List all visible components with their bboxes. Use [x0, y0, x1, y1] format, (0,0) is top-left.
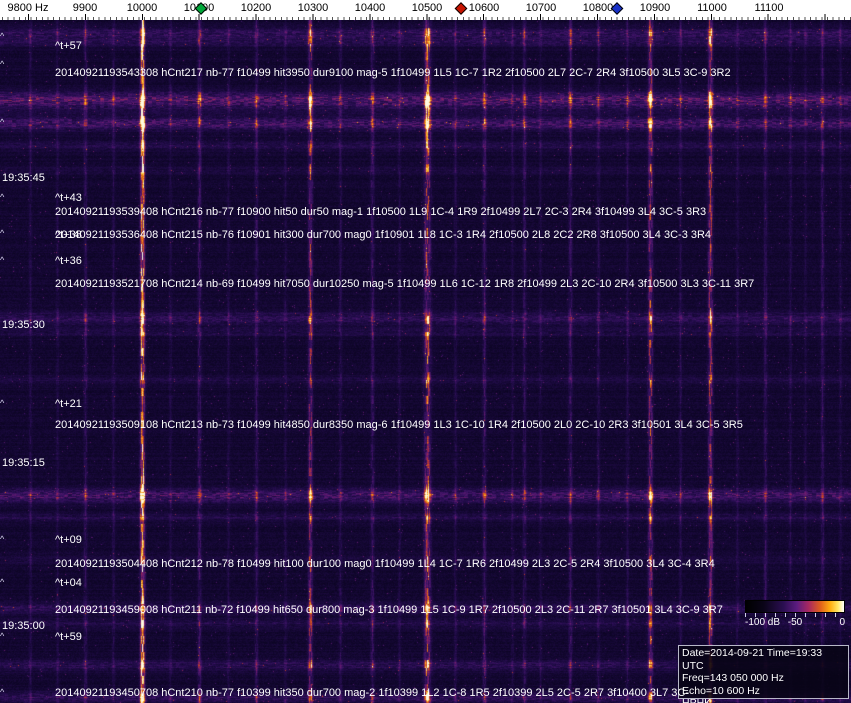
freq-label-10000: 10000: [126, 2, 158, 14]
colorbar: -100 dB -50 0: [745, 600, 846, 629]
info-station-id: HPHK: [682, 697, 712, 703]
colorbar-label-max: 0: [839, 617, 845, 628]
detection-time-tag: ^t+09: [55, 534, 82, 546]
freq-label-10300: 10300: [297, 2, 329, 14]
freq-label-10400: 10400: [354, 2, 386, 14]
freq-label-11000: 11000: [697, 2, 727, 14]
detection-record: 20140921193543308 hCnt217 nb-77 f10499 h…: [55, 67, 731, 79]
time-label: 19:35:15: [2, 457, 45, 469]
time-label: 19:35:45: [2, 172, 45, 184]
detection-time-tag: ^t+04: [55, 577, 82, 589]
annotation-overlay: -100 dB -50 0 Date=2014-09-21 Time=19:33…: [0, 0, 851, 703]
left-edge-tick: ^: [0, 398, 5, 408]
red-diamond-marker[interactable]: [454, 2, 468, 15]
freq-label-11100: 11100: [754, 2, 784, 14]
left-edge-tick: ^: [0, 192, 5, 202]
left-edge-tick: ^: [0, 31, 5, 41]
left-edge-tick: ^: [0, 228, 5, 238]
detection-record: 20140921193521708 hCnt214 nb-69 f10499 h…: [55, 278, 755, 290]
freq-label-10700: 10700: [525, 2, 557, 14]
status-info-box: Date=2014-09-21 Time=19:33 UTC Freq=143 …: [678, 645, 849, 703]
detection-record: 20140921193459008 hCnt211 nb-72 f10499 h…: [55, 604, 723, 616]
info-echo: Echo=10 600 Hz: [682, 684, 760, 697]
detection-record: 20140921193504408 hCnt212 nb-78 f10499 h…: [55, 558, 715, 570]
left-edge-tick: ^: [0, 117, 5, 127]
freq-label-10900: 10900: [639, 2, 671, 14]
detection-time-tag: ^t+38: [55, 229, 82, 241]
detection-record: 20140921193509108 hCnt213 nb-73 f10499 h…: [55, 419, 743, 431]
left-edge-tick: ^: [0, 534, 5, 544]
time-label: 19:35:30: [2, 319, 45, 331]
detection-time-tag: ^t+21: [55, 398, 82, 410]
colorbar-gradient: [745, 600, 845, 613]
info-date-time: Date=2014-09-21 Time=19:33 UTC: [682, 647, 823, 672]
freq-label-10800: 10800: [582, 2, 614, 14]
detection-time-tag: ^t+59: [55, 631, 82, 643]
detection-time-tag: ^t+57: [55, 40, 82, 52]
detection-time-tag: ^t+43: [55, 192, 82, 204]
left-edge-tick: ^: [0, 687, 5, 697]
colorbar-labels: -100 dB -50 0: [745, 617, 845, 629]
freq-label-10200: 10200: [240, 2, 272, 14]
freq-label-9900: 9900: [72, 2, 98, 14]
freq-label-9800Hz: 9800 Hz: [7, 2, 49, 14]
freq-label-10600: 10600: [468, 2, 500, 14]
left-edge-tick: ^: [0, 577, 5, 587]
frequency-ruler: 9800 Hz990010000101001020010300104001050…: [0, 0, 851, 20]
left-edge-tick: ^: [0, 59, 5, 69]
colorbar-label-mid: -50: [787, 617, 803, 628]
left-edge-tick: ^: [0, 631, 5, 641]
detection-time-tag: ^t+36: [55, 255, 82, 267]
left-edge-tick: ^: [0, 255, 5, 265]
freq-label-10500: 10500: [411, 2, 443, 14]
info-frequency: Freq=143 050 000 Hz: [682, 672, 784, 684]
detection-record: 20140921193539408 hCnt216 nb-77 f10900 h…: [55, 206, 707, 218]
detection-record: 20140921193536408 hCnt215 nb-76 f10901 h…: [55, 229, 712, 241]
ruler-major-ticks: [0, 14, 851, 20]
time-label: 19:35:00: [2, 620, 45, 632]
meteor-spectrogram-app: 9800 Hz990010000101001020010300104001050…: [0, 0, 851, 703]
detection-record: 20140921193450708 hCnt210 nb-77 f10399 h…: [55, 687, 690, 699]
colorbar-label-min: -100 dB: [745, 617, 781, 628]
